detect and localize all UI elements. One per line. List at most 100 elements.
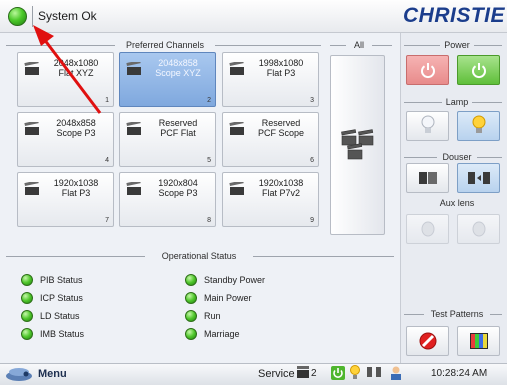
channel-tile-label: 2048x858 Scope XYZ xyxy=(155,58,201,78)
channel-tile-9[interactable]: 1920x1038 Flat P7v2 9 xyxy=(222,172,319,227)
channel-tile-number: 9 xyxy=(310,217,314,224)
clapperboard-icon xyxy=(24,62,39,75)
douser-title: Douser xyxy=(437,152,477,162)
lens-icon xyxy=(472,221,485,237)
power-status-icon xyxy=(330,365,346,381)
test-patterns-title: Test Patterns xyxy=(424,309,490,319)
power-icon xyxy=(420,63,435,78)
channel-tile-3[interactable]: 1998x1080 Flat P3 3 xyxy=(222,52,319,107)
status-divider xyxy=(32,6,33,27)
status-item-label: LD Status xyxy=(40,311,80,321)
status-item: Main Power xyxy=(185,292,252,304)
power-off-button[interactable] xyxy=(406,55,449,85)
system-status-led-icon[interactable] xyxy=(8,7,27,26)
channel-tile-8[interactable]: 1920x804 Scope P3 8 xyxy=(119,172,216,227)
status-ok-icon xyxy=(21,310,33,322)
all-channels-button[interactable] xyxy=(330,55,385,235)
projector-icon xyxy=(6,368,32,381)
status-item: Marriage xyxy=(185,328,240,340)
douser-status-icon xyxy=(366,365,382,381)
lamp-off-button[interactable] xyxy=(406,111,449,141)
douser-closed-icon xyxy=(418,172,437,184)
lightbulb-off-icon xyxy=(421,115,434,133)
channel-tile-label: 2048x1080 Flat XYZ xyxy=(53,58,99,78)
channel-tile-number: 3 xyxy=(310,97,314,104)
aux-lens-title: Aux lens xyxy=(428,198,486,208)
christie-logo: CHRISTIE xyxy=(402,4,505,27)
color-bars-icon xyxy=(469,333,488,349)
status-ok-icon xyxy=(21,328,33,340)
clapperboard-icon xyxy=(24,122,39,135)
status-item-label: Run xyxy=(204,311,221,321)
lamp-status-icon xyxy=(349,365,365,381)
aux-lens-out-button[interactable] xyxy=(457,214,500,244)
test-pattern-select-button[interactable] xyxy=(457,326,500,356)
channel-tile-label: 1920x1038 Flat P3 xyxy=(53,178,99,198)
lightbulb-on-icon xyxy=(472,115,485,133)
channel-tile-number: 7 xyxy=(105,217,109,224)
channel-tile-number: 8 xyxy=(207,217,211,224)
channel-tile-number: 4 xyxy=(105,157,109,164)
status-item: Standby Power xyxy=(185,274,265,286)
status-item: LD Status xyxy=(21,310,80,322)
status-ok-icon xyxy=(185,328,197,340)
channel-clapper-icon xyxy=(296,365,312,381)
service-technician-icon xyxy=(388,365,404,381)
channel-tile-label: 1920x804 Scope P3 xyxy=(158,178,198,198)
clapperboard-icon xyxy=(24,182,39,195)
menu-label[interactable]: Menu xyxy=(38,368,67,380)
clapperboard-icon xyxy=(229,122,244,135)
status-ok-icon xyxy=(21,274,33,286)
channel-tile-7[interactable]: 1920x1038 Flat P3 7 xyxy=(17,172,114,227)
douser-open-button[interactable] xyxy=(457,163,500,193)
system-status-text: System Ok xyxy=(38,9,97,23)
channel-tile-2[interactable]: 2048x858 Scope XYZ 2 xyxy=(119,52,216,107)
clapperboard-icon xyxy=(126,122,141,135)
status-item-label: IMB Status xyxy=(40,329,85,339)
clapperboard-icon xyxy=(229,62,244,75)
status-item-label: ICP Status xyxy=(40,293,83,303)
aux-lens-in-button[interactable] xyxy=(406,214,449,244)
channel-tile-number: 2 xyxy=(207,97,211,104)
test-pattern-off-button[interactable] xyxy=(406,326,449,356)
status-item: Run xyxy=(185,310,221,322)
preferred-channels-title: Preferred Channels xyxy=(115,40,215,50)
no-entry-icon xyxy=(419,332,436,350)
clapper-stack-icon xyxy=(341,129,374,160)
power-title: Power xyxy=(440,40,474,50)
service-mode-label: Service xyxy=(258,368,295,380)
status-item-label: PIB Status xyxy=(40,275,83,285)
lens-icon xyxy=(421,221,434,237)
douser-open-icon xyxy=(467,172,490,184)
status-ok-icon xyxy=(185,292,197,304)
channel-tile-label: Reserved PCF Flat xyxy=(158,118,198,138)
status-item: IMB Status xyxy=(21,328,84,340)
channel-tile-label: 2048x858 Scope P3 xyxy=(56,118,96,138)
channel-tile-number: 1 xyxy=(105,97,109,104)
status-ok-icon xyxy=(185,310,197,322)
lamp-on-button[interactable] xyxy=(457,111,500,141)
douser-close-button[interactable] xyxy=(406,163,449,193)
operational-status-title: Operational Status xyxy=(145,251,253,261)
channel-tile-6[interactable]: Reserved PCF Scope 6 xyxy=(222,112,319,167)
channel-tile-number: 5 xyxy=(207,157,211,164)
all-channels-title: All xyxy=(346,40,372,50)
power-icon xyxy=(471,63,486,78)
clapperboard-icon xyxy=(126,182,141,195)
channel-tile-1[interactable]: 2048x1080 Flat XYZ 1 xyxy=(17,52,114,107)
channel-tile-5[interactable]: Reserved PCF Flat 5 xyxy=(119,112,216,167)
active-channel-number: 2 xyxy=(311,368,317,379)
status-item: PIB Status xyxy=(21,274,83,286)
channel-tile-4[interactable]: 2048x858 Scope P3 4 xyxy=(17,112,114,167)
channel-tile-number: 6 xyxy=(310,157,314,164)
clapperboard-icon xyxy=(229,182,244,195)
channel-tile-label: 1920x1038 Flat P7v2 xyxy=(258,178,304,198)
power-on-button[interactable] xyxy=(457,55,500,85)
status-ok-icon xyxy=(21,292,33,304)
lamp-title: Lamp xyxy=(442,97,472,107)
channel-tile-label: Reserved PCF Scope xyxy=(257,118,305,138)
status-item-label: Main Power xyxy=(204,293,252,303)
clock: 10:28:24 AM xyxy=(431,368,488,379)
status-item-label: Standby Power xyxy=(204,275,266,285)
clapperboard-icon xyxy=(126,62,141,75)
